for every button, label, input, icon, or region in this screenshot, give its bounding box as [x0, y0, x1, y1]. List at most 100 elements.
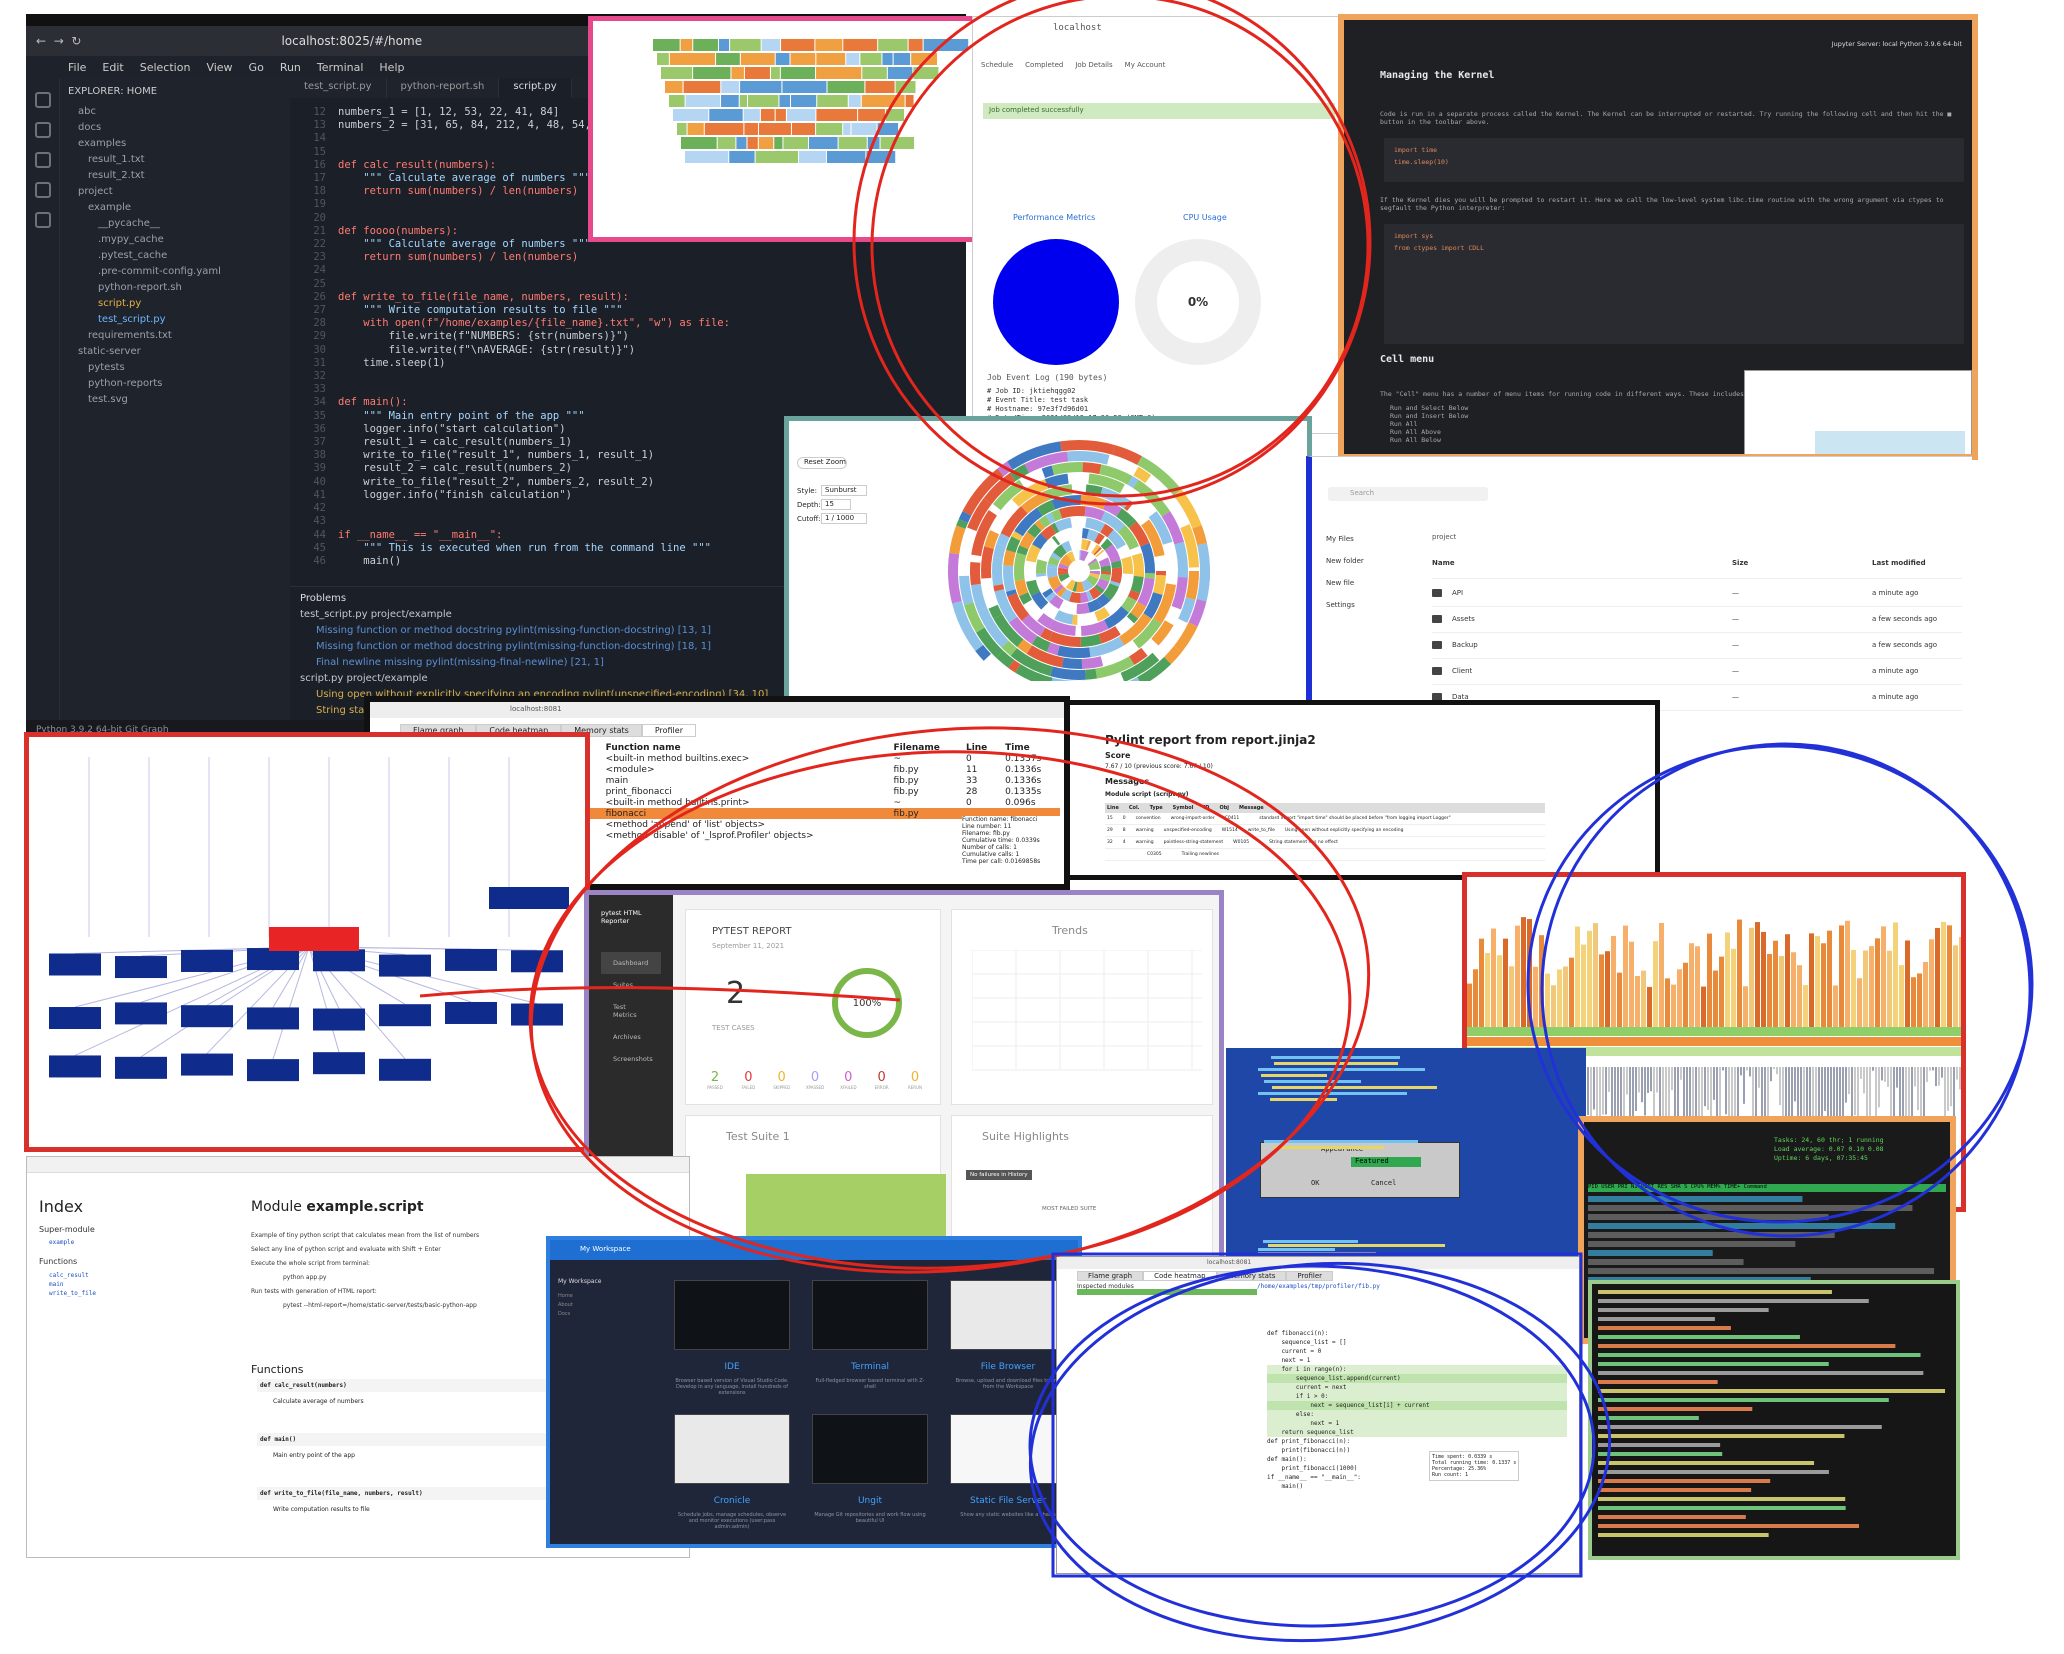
- call-node[interactable]: [247, 948, 299, 971]
- call-node[interactable]: [313, 1052, 365, 1075]
- call-node[interactable]: [49, 1007, 101, 1030]
- tree-item[interactable]: project: [68, 184, 282, 200]
- ok-button[interactable]: OK: [1311, 1179, 1319, 1187]
- tree-item[interactable]: .mypy_cache: [68, 232, 282, 248]
- tree-item[interactable]: abc: [68, 104, 282, 120]
- super-module-link[interactable]: example: [49, 1239, 74, 1246]
- function-link[interactable]: calc_result: [49, 1271, 96, 1280]
- nav-item[interactable]: Dashboard: [601, 952, 661, 974]
- app-thumbnail[interactable]: [674, 1414, 790, 1484]
- sidebar-item[interactable]: My Files: [1312, 535, 1402, 557]
- tree-item[interactable]: result_1.txt: [68, 152, 282, 168]
- address-bar[interactable]: localhost:8081: [370, 702, 1064, 718]
- menu-item[interactable]: Terminal: [317, 61, 364, 74]
- cronicle-tab[interactable]: Schedule: [981, 61, 1013, 69]
- files-icon[interactable]: [34, 92, 51, 108]
- search-icon[interactable]: [34, 122, 51, 138]
- file-row[interactable]: Client — a minute ago: [1432, 659, 1962, 685]
- run-icon[interactable]: [34, 182, 51, 198]
- menu-item[interactable]: File: [68, 61, 86, 74]
- line-profiler-tab[interactable]: Flame graph: [1077, 1271, 1144, 1281]
- sidebar-item[interactable]: New folder: [1312, 557, 1402, 579]
- line-profiler-tab[interactable]: Profiler: [1286, 1271, 1334, 1281]
- tree-item[interactable]: examples: [68, 136, 282, 152]
- call-node[interactable]: [247, 1007, 299, 1030]
- editor-tab[interactable]: python-report.sh: [387, 78, 500, 98]
- tree-item[interactable]: __pycache__: [68, 216, 282, 232]
- back-icon[interactable]: ←: [36, 34, 46, 48]
- process-row[interactable]: [1588, 1259, 1744, 1265]
- process-row[interactable]: [1588, 1214, 1829, 1220]
- process-row[interactable]: [1588, 1241, 1796, 1247]
- nav-item[interactable]: Archives: [601, 1026, 661, 1048]
- line-profiler-tab[interactable]: Memory stats: [1216, 1271, 1287, 1281]
- sidebar-item[interactable]: New file: [1312, 579, 1402, 601]
- call-node[interactable]: [115, 956, 167, 979]
- nav-item[interactable]: Suites: [601, 974, 661, 996]
- call-node[interactable]: [511, 950, 563, 973]
- app-thumbnail[interactable]: [950, 1414, 1066, 1484]
- kernel-info[interactable]: Jupyter Server: local Python 3.9.6 64-bi…: [1832, 40, 1962, 48]
- source-control-icon[interactable]: [34, 152, 51, 168]
- depth-select[interactable]: 15: [821, 499, 851, 510]
- call-node[interactable]: [49, 1055, 101, 1078]
- app-name[interactable]: File Browser: [950, 1362, 1066, 1372]
- app-name[interactable]: Cronicle: [674, 1496, 790, 1506]
- tree-item[interactable]: result_2.txt: [68, 168, 282, 184]
- app-name[interactable]: Terminal: [812, 1362, 928, 1372]
- call-node[interactable]: [247, 1059, 299, 1082]
- address-bar[interactable]: localhost: [1053, 23, 1102, 33]
- file-row[interactable]: Backup — a few seconds ago: [1432, 633, 1962, 659]
- menu-item[interactable]: Run: [280, 61, 301, 74]
- column-header[interactable]: Time: [1001, 742, 1060, 753]
- process-row[interactable]: [1588, 1268, 1935, 1274]
- app-thumbnail[interactable]: [812, 1280, 928, 1350]
- menu-item[interactable]: Edit: [102, 61, 123, 74]
- call-node[interactable]: [181, 1005, 233, 1028]
- menu-item[interactable]: Help: [379, 61, 404, 74]
- cancel-button[interactable]: Cancel: [1371, 1179, 1396, 1187]
- tree-item[interactable]: test.svg: [68, 392, 282, 408]
- tree-item[interactable]: .pytest_cache: [68, 248, 282, 264]
- cutoff-select[interactable]: 1 / 1000: [821, 513, 867, 524]
- extensions-icon[interactable]: [34, 212, 51, 228]
- call-node[interactable]: [489, 887, 569, 909]
- line-profiler-tab[interactable]: Code heatmap: [1143, 1271, 1217, 1281]
- call-node[interactable]: [379, 954, 431, 977]
- call-node-hot[interactable]: [269, 927, 359, 951]
- file-row[interactable]: Assets — a few seconds ago: [1432, 607, 1962, 633]
- code-cell-1[interactable]: import time time.sleep(10): [1384, 138, 1964, 182]
- tree-item[interactable]: test_script.py: [68, 312, 282, 328]
- workspace-side-item[interactable]: Home: [558, 1292, 573, 1301]
- breadcrumb[interactable]: project: [1432, 533, 1456, 541]
- code-cell-2[interactable]: import sys from ctypes import CDLL: [1384, 224, 1964, 344]
- tree-item[interactable]: .pre-commit-config.yaml: [68, 264, 282, 280]
- workspace-side-item[interactable]: About: [558, 1301, 573, 1310]
- search-input[interactable]: Search: [1328, 487, 1488, 501]
- workspace-side-item[interactable]: Docs: [558, 1310, 573, 1319]
- process-row[interactable]: [1588, 1232, 1835, 1238]
- app-thumbnail[interactable]: [674, 1280, 790, 1350]
- column-header[interactable]: Function name: [602, 742, 890, 753]
- menu-item[interactable]: Go: [249, 61, 264, 74]
- file-row[interactable]: API — a minute ago: [1432, 581, 1962, 607]
- forward-icon[interactable]: →: [54, 34, 64, 48]
- call-node[interactable]: [445, 948, 497, 971]
- call-node[interactable]: [115, 1002, 167, 1025]
- editor-tab[interactable]: test_script.py: [290, 78, 387, 98]
- call-node[interactable]: [445, 1001, 497, 1024]
- app-name[interactable]: Ungit: [812, 1496, 928, 1506]
- app-name[interactable]: Static File Server: [950, 1496, 1066, 1506]
- call-node[interactable]: [181, 949, 233, 972]
- app-thumbnail[interactable]: [812, 1414, 928, 1484]
- process-row[interactable]: [1588, 1250, 1713, 1256]
- reload-icon[interactable]: ↻: [71, 34, 81, 48]
- process-row[interactable]: [1588, 1196, 1803, 1202]
- nav-item[interactable]: Test Metrics: [601, 996, 661, 1026]
- function-link[interactable]: main: [49, 1280, 96, 1289]
- column-header[interactable]: Filename: [889, 742, 961, 753]
- address-bar[interactable]: localhost:8025/#/home: [281, 34, 422, 48]
- sidebar-item[interactable]: Settings: [1312, 601, 1402, 623]
- address-bar[interactable]: localhost:8081: [1057, 1257, 1579, 1269]
- cronicle-tab[interactable]: Completed: [1025, 61, 1063, 69]
